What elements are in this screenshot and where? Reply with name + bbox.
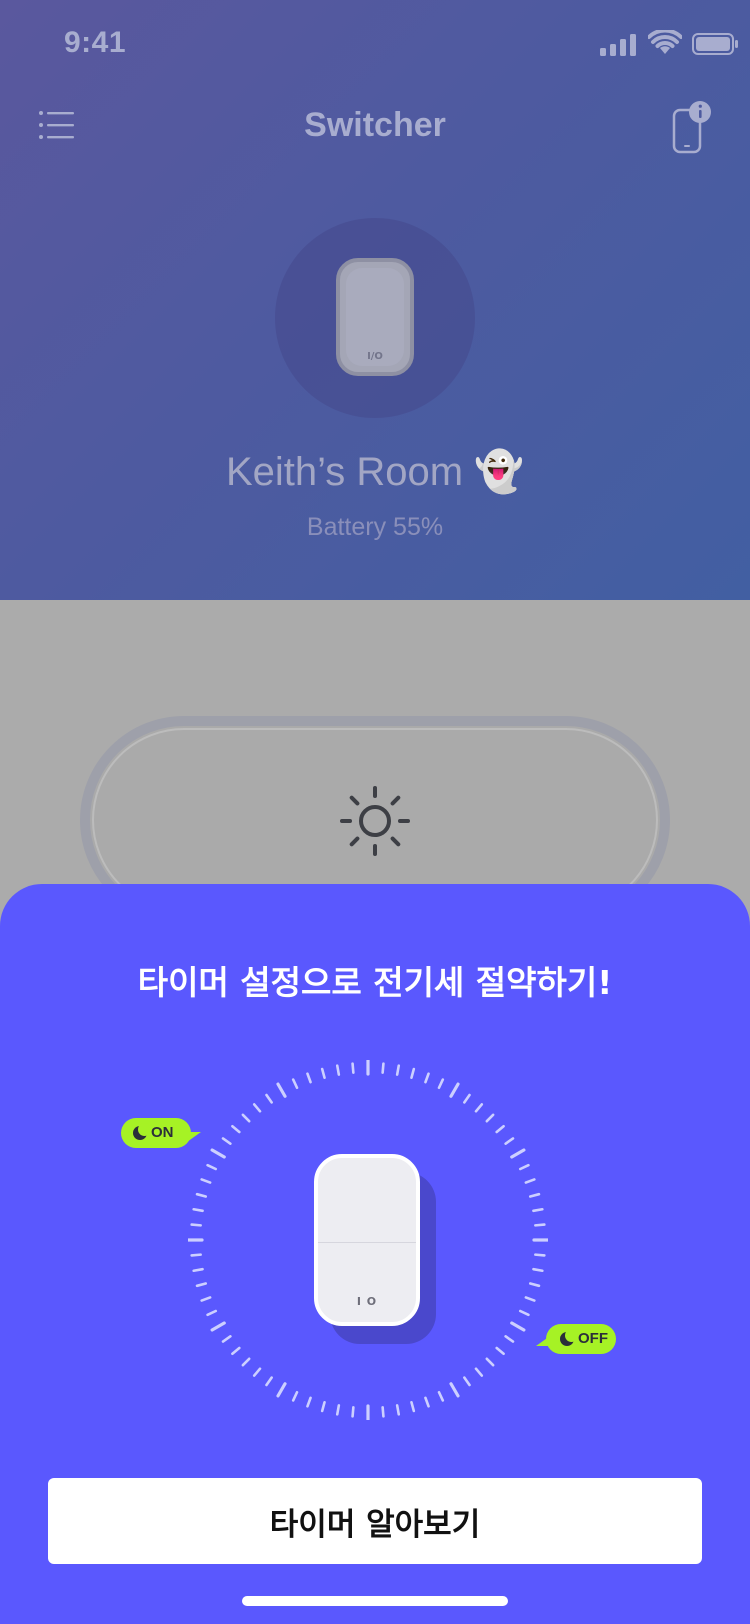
dial-tick <box>306 1396 312 1408</box>
dial-tick <box>252 1103 262 1113</box>
dial-tick <box>190 1253 202 1257</box>
dial-tick <box>518 1309 530 1317</box>
dial-tick <box>291 1078 299 1090</box>
dial-tick <box>518 1163 530 1171</box>
dial-tick <box>437 1078 445 1090</box>
dial-tick <box>231 1124 241 1134</box>
timer-device-illustration: I O <box>314 1154 420 1326</box>
dial-tick <box>424 1072 430 1084</box>
dial-tick <box>504 1137 515 1145</box>
dial-tick <box>495 1124 505 1134</box>
dial-tick <box>463 1093 471 1104</box>
dial-tick <box>424 1396 430 1408</box>
dial-tick <box>192 1207 204 1213</box>
status-bar: 9:41 <box>0 0 750 90</box>
dial-tick <box>532 1267 544 1273</box>
dial-tick <box>410 1067 416 1080</box>
dial-tick <box>221 1335 232 1343</box>
dial-tick <box>381 1406 385 1418</box>
dial-tick <box>351 1406 355 1418</box>
nav-bar: Switcher <box>0 90 750 170</box>
dial-tick <box>528 1192 541 1198</box>
device-io-label: I O <box>356 1295 378 1308</box>
moon-icon <box>133 1123 151 1140</box>
dial-tick <box>221 1137 232 1145</box>
dial-tick <box>510 1148 526 1159</box>
dial-tick <box>241 1357 251 1367</box>
dial-tick <box>265 1093 273 1104</box>
switch-label: I/O <box>367 351 383 362</box>
moon-icon <box>560 1329 578 1346</box>
dial-tick <box>485 1357 495 1367</box>
dial-tick <box>200 1296 212 1302</box>
wifi-icon <box>648 30 682 54</box>
dial-tick <box>195 1192 208 1198</box>
dial-tick <box>410 1400 416 1413</box>
learn-timer-button[interactable]: 타이머 알아보기 <box>48 1478 702 1564</box>
app-title: Switcher <box>304 106 446 144</box>
dial-tick <box>306 1072 312 1084</box>
dial-tick <box>241 1113 251 1123</box>
dial-tick <box>195 1282 208 1288</box>
dial-tick <box>210 1148 226 1159</box>
dial-tick <box>474 1103 484 1113</box>
room-name: Keith’s Room 👻 <box>225 450 525 494</box>
dial-tick <box>320 1400 326 1413</box>
dial-tick <box>192 1267 204 1273</box>
dial-tick <box>395 1404 401 1416</box>
dial-tick <box>335 1404 341 1416</box>
dial-tick <box>528 1282 541 1288</box>
dial-tick <box>495 1346 505 1356</box>
dial-tick <box>510 1321 526 1332</box>
dial-tick <box>534 1223 546 1227</box>
device-header: 9:41 Switcher I/O Keith’s Room 👻 Battery… <box>0 0 750 600</box>
switch-device-icon[interactable]: I/O <box>336 258 414 376</box>
device-info-icon[interactable] <box>670 98 712 154</box>
dial-tick <box>524 1296 536 1302</box>
dial-tick <box>291 1390 299 1402</box>
home-indicator[interactable] <box>242 1596 508 1606</box>
dial-tick <box>351 1062 355 1074</box>
dial-tick <box>474 1367 484 1377</box>
timer-promo-sheet: 타이머 설정으로 전기세 절약하기! I O ON OFF 타이머 알아보기 <box>0 884 750 1624</box>
dial-tick <box>532 1207 544 1213</box>
dial-tick <box>276 1382 287 1398</box>
on-tag: ON <box>121 1118 201 1148</box>
dial-tick <box>206 1163 218 1171</box>
dial-tick <box>320 1067 326 1080</box>
dial-tick <box>210 1321 226 1332</box>
dial-tick <box>449 1382 460 1398</box>
dial-tick <box>265 1376 273 1387</box>
dial-tick <box>524 1178 536 1184</box>
dial-tick <box>335 1064 341 1076</box>
dial-tick <box>231 1346 241 1356</box>
battery-icon <box>692 33 738 55</box>
sheet-title: 타이머 설정으로 전기세 절약하기! <box>137 963 613 1002</box>
status-time: 9:41 <box>64 26 127 59</box>
dial-tick <box>449 1082 460 1098</box>
dial-tick <box>504 1335 515 1343</box>
dial-tick <box>395 1064 401 1076</box>
on-tag-label: ON <box>151 1124 174 1141</box>
battery-status: Battery 55% <box>306 513 444 541</box>
dial-tick <box>485 1113 495 1123</box>
off-tag: OFF <box>536 1324 616 1354</box>
dial-tick <box>463 1376 471 1387</box>
dial-tick <box>381 1062 385 1074</box>
sun-icon <box>340 786 410 856</box>
signal-icon <box>600 34 636 56</box>
off-tag-label: OFF <box>578 1330 608 1347</box>
dial-tick <box>534 1253 546 1257</box>
dial-tick <box>252 1367 262 1377</box>
dial-tick <box>276 1082 287 1098</box>
dial-tick <box>206 1309 218 1317</box>
dial-tick <box>437 1390 445 1402</box>
dial-tick <box>200 1178 212 1184</box>
dial-tick <box>190 1223 202 1227</box>
